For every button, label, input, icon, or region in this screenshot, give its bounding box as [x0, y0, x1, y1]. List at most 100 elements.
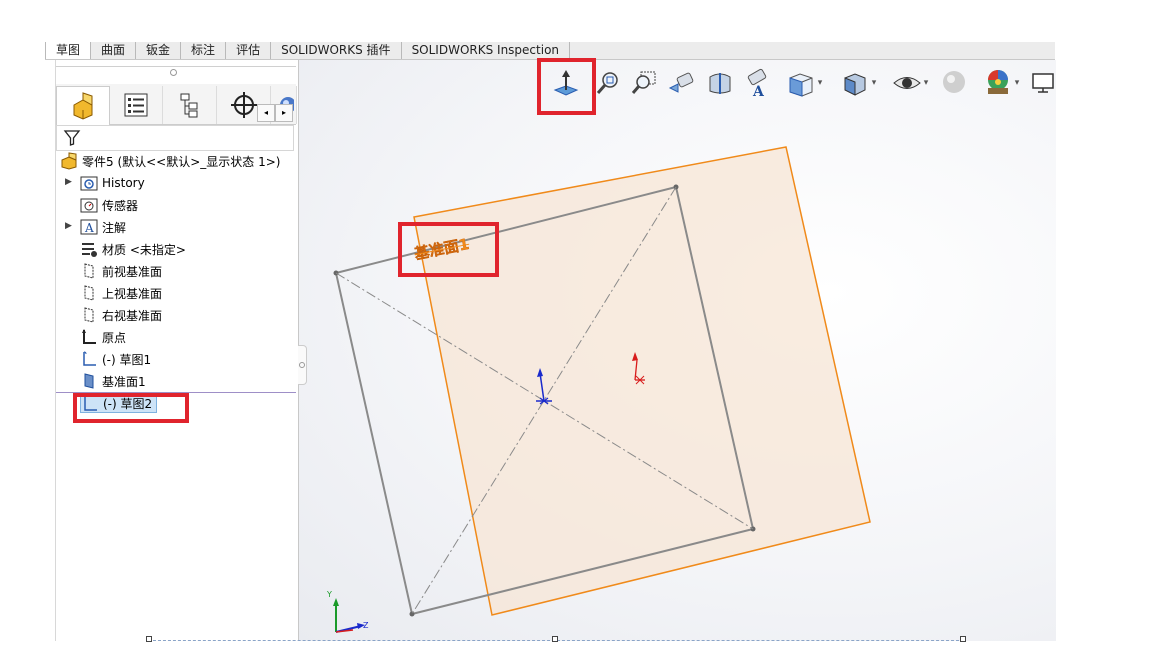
command-manager-tabs: 草图 曲面 钣金 标注 评估 SOLIDWORKS 插件 SOLIDWORKS …: [45, 42, 1055, 60]
scroll-left-icon[interactable]: ◂: [257, 104, 275, 122]
section-view-icon: [709, 73, 731, 94]
configuration-manager-tab[interactable]: [164, 86, 217, 124]
tree-item-label: 传感器: [102, 198, 139, 213]
hide-show-items-button[interactable]: ▾: [886, 68, 934, 98]
feature-manager-tab[interactable]: [56, 86, 110, 125]
tab-surfaces[interactable]: 曲面: [91, 42, 137, 59]
sketch-icon: [81, 395, 99, 413]
tree-item-label: 前视基准面: [102, 264, 163, 279]
eye-icon: [892, 77, 921, 89]
zoom-to-area-button[interactable]: [629, 68, 659, 98]
tree-filter-bar[interactable]: [56, 125, 294, 151]
display-style-button[interactable]: ▾: [835, 68, 881, 98]
tree-item-top-plane[interactable]: 上视基准面: [80, 283, 162, 303]
tab-sheet-metal[interactable]: 钣金: [136, 42, 182, 59]
zoom-to-fit-icon: [596, 72, 618, 94]
rollback-bar[interactable]: [56, 392, 296, 393]
chevron-down-icon[interactable]: ▾: [818, 78, 823, 88]
tree-item-label: 材质 <未指定>: [102, 242, 186, 257]
tree-item-label: (-) 草图2: [103, 397, 153, 411]
dimxpert-icon: [231, 92, 257, 118]
tree-item-history[interactable]: History: [80, 173, 145, 193]
sketch-icon: [80, 350, 98, 368]
tree-item-label: 上视基准面: [102, 286, 163, 301]
tab-sketch[interactable]: 草图: [45, 42, 92, 59]
zoom-to-area-icon: [631, 71, 656, 94]
svg-text:A: A: [84, 221, 94, 235]
previous-view-icon: [668, 72, 694, 93]
tree-item-label: (-) 草图1: [102, 352, 152, 367]
tab-evaluate[interactable]: 评估: [226, 42, 272, 59]
guide-handle: [960, 636, 966, 642]
tree-item-label: 基准面1: [102, 374, 146, 389]
tab-solidworks-addins[interactable]: SOLIDWORKS 插件: [271, 42, 402, 59]
tree-item-origin[interactable]: 原点: [80, 327, 126, 347]
scroll-right-icon[interactable]: ▸: [275, 104, 293, 122]
view-orientation-icon: [789, 73, 813, 97]
plane-icon: [80, 284, 98, 302]
chevron-down-icon[interactable]: ▾: [1015, 78, 1020, 88]
appearance-sphere-icon: [943, 71, 965, 93]
filter-icon[interactable]: [63, 129, 81, 147]
svg-text:A: A: [752, 84, 765, 98]
normal-to-icon: [553, 70, 579, 96]
plane1-shape: [413, 146, 871, 616]
configuration-manager-icon: [180, 93, 198, 118]
zoom-to-fit-button[interactable]: [594, 68, 622, 98]
tab-scroll-arrows: ◂ ▸: [257, 104, 293, 122]
section-view-button[interactable]: [704, 68, 736, 98]
tree-item-label: 右视基准面: [102, 308, 163, 323]
panel-splitter[interactable]: [56, 66, 296, 83]
normal-to-button[interactable]: [551, 68, 581, 98]
tree-root-part[interactable]: 零件5 (默认<<默认>_显示状态 1>): [60, 151, 280, 171]
display-style-icon: [844, 73, 866, 96]
tree-item-label: 注解: [102, 220, 127, 235]
origin-icon: [80, 328, 98, 346]
expand-arrow-icon[interactable]: ▶: [65, 221, 72, 231]
model-canvas: [333, 146, 871, 633]
expand-arrow-icon[interactable]: ▶: [65, 177, 72, 187]
tree-item-sketch2[interactable]: (-) 草图2: [80, 394, 158, 413]
previous-view-button[interactable]: [667, 68, 699, 98]
chevron-down-icon[interactable]: ▾: [924, 78, 929, 88]
tree-item-label: History: [102, 176, 145, 190]
triad-z-label: Z: [363, 621, 369, 630]
plane-icon: [80, 306, 98, 324]
annotation-icon: A: [80, 218, 98, 236]
dynamic-annotation-icon: A: [747, 68, 767, 98]
guide-handle: [146, 636, 152, 642]
tree-item-annotations[interactable]: A 注解: [80, 217, 126, 237]
material-icon: [80, 240, 98, 258]
guide-handle: [552, 636, 558, 642]
tree-item-right-plane[interactable]: 右视基准面: [80, 305, 162, 325]
sensor-icon: [80, 196, 98, 214]
view-orientation-button[interactable]: ▾: [781, 68, 827, 98]
chevron-down-icon[interactable]: ▾: [872, 78, 877, 88]
left-edge-strip: [45, 60, 56, 641]
tree-item-sketch1[interactable]: (-) 草图1: [80, 349, 151, 369]
property-manager-icon: [124, 93, 148, 117]
plane-feature-icon: [80, 372, 98, 390]
tree-item-material[interactable]: 材质 <未指定>: [80, 239, 186, 259]
apply-scene-button[interactable]: ▾: [978, 68, 1024, 98]
panel-collapse-grip[interactable]: [298, 345, 307, 385]
tree-item-front-plane[interactable]: 前视基准面: [80, 261, 162, 281]
view-settings-button[interactable]: [1030, 68, 1054, 98]
graphics-area[interactable]: 基准面1 Y Z: [299, 60, 1056, 641]
tree-item-label: 原点: [102, 330, 127, 345]
triad-y-label: Y: [327, 590, 332, 599]
dynamic-annotation-button[interactable]: A: [742, 68, 774, 98]
history-folder-icon: [80, 174, 98, 192]
property-manager-tab[interactable]: [110, 86, 163, 124]
tab-solidworks-inspection[interactable]: SOLIDWORKS Inspection: [402, 42, 571, 59]
tree-item-sensors[interactable]: 传感器: [80, 195, 138, 215]
edit-appearance-button[interactable]: [938, 68, 970, 98]
scene-icon: [987, 70, 1008, 94]
monitor-icon: [1032, 73, 1054, 93]
tree-item-plane1[interactable]: 基准面1: [80, 371, 146, 391]
plane-icon: [80, 262, 98, 280]
tree-root-label: 零件5 (默认<<默认>_显示状态 1>): [82, 154, 281, 169]
part-icon: [60, 152, 78, 170]
feature-manager-icon: [73, 92, 93, 120]
tab-markup[interactable]: 标注: [181, 42, 227, 59]
